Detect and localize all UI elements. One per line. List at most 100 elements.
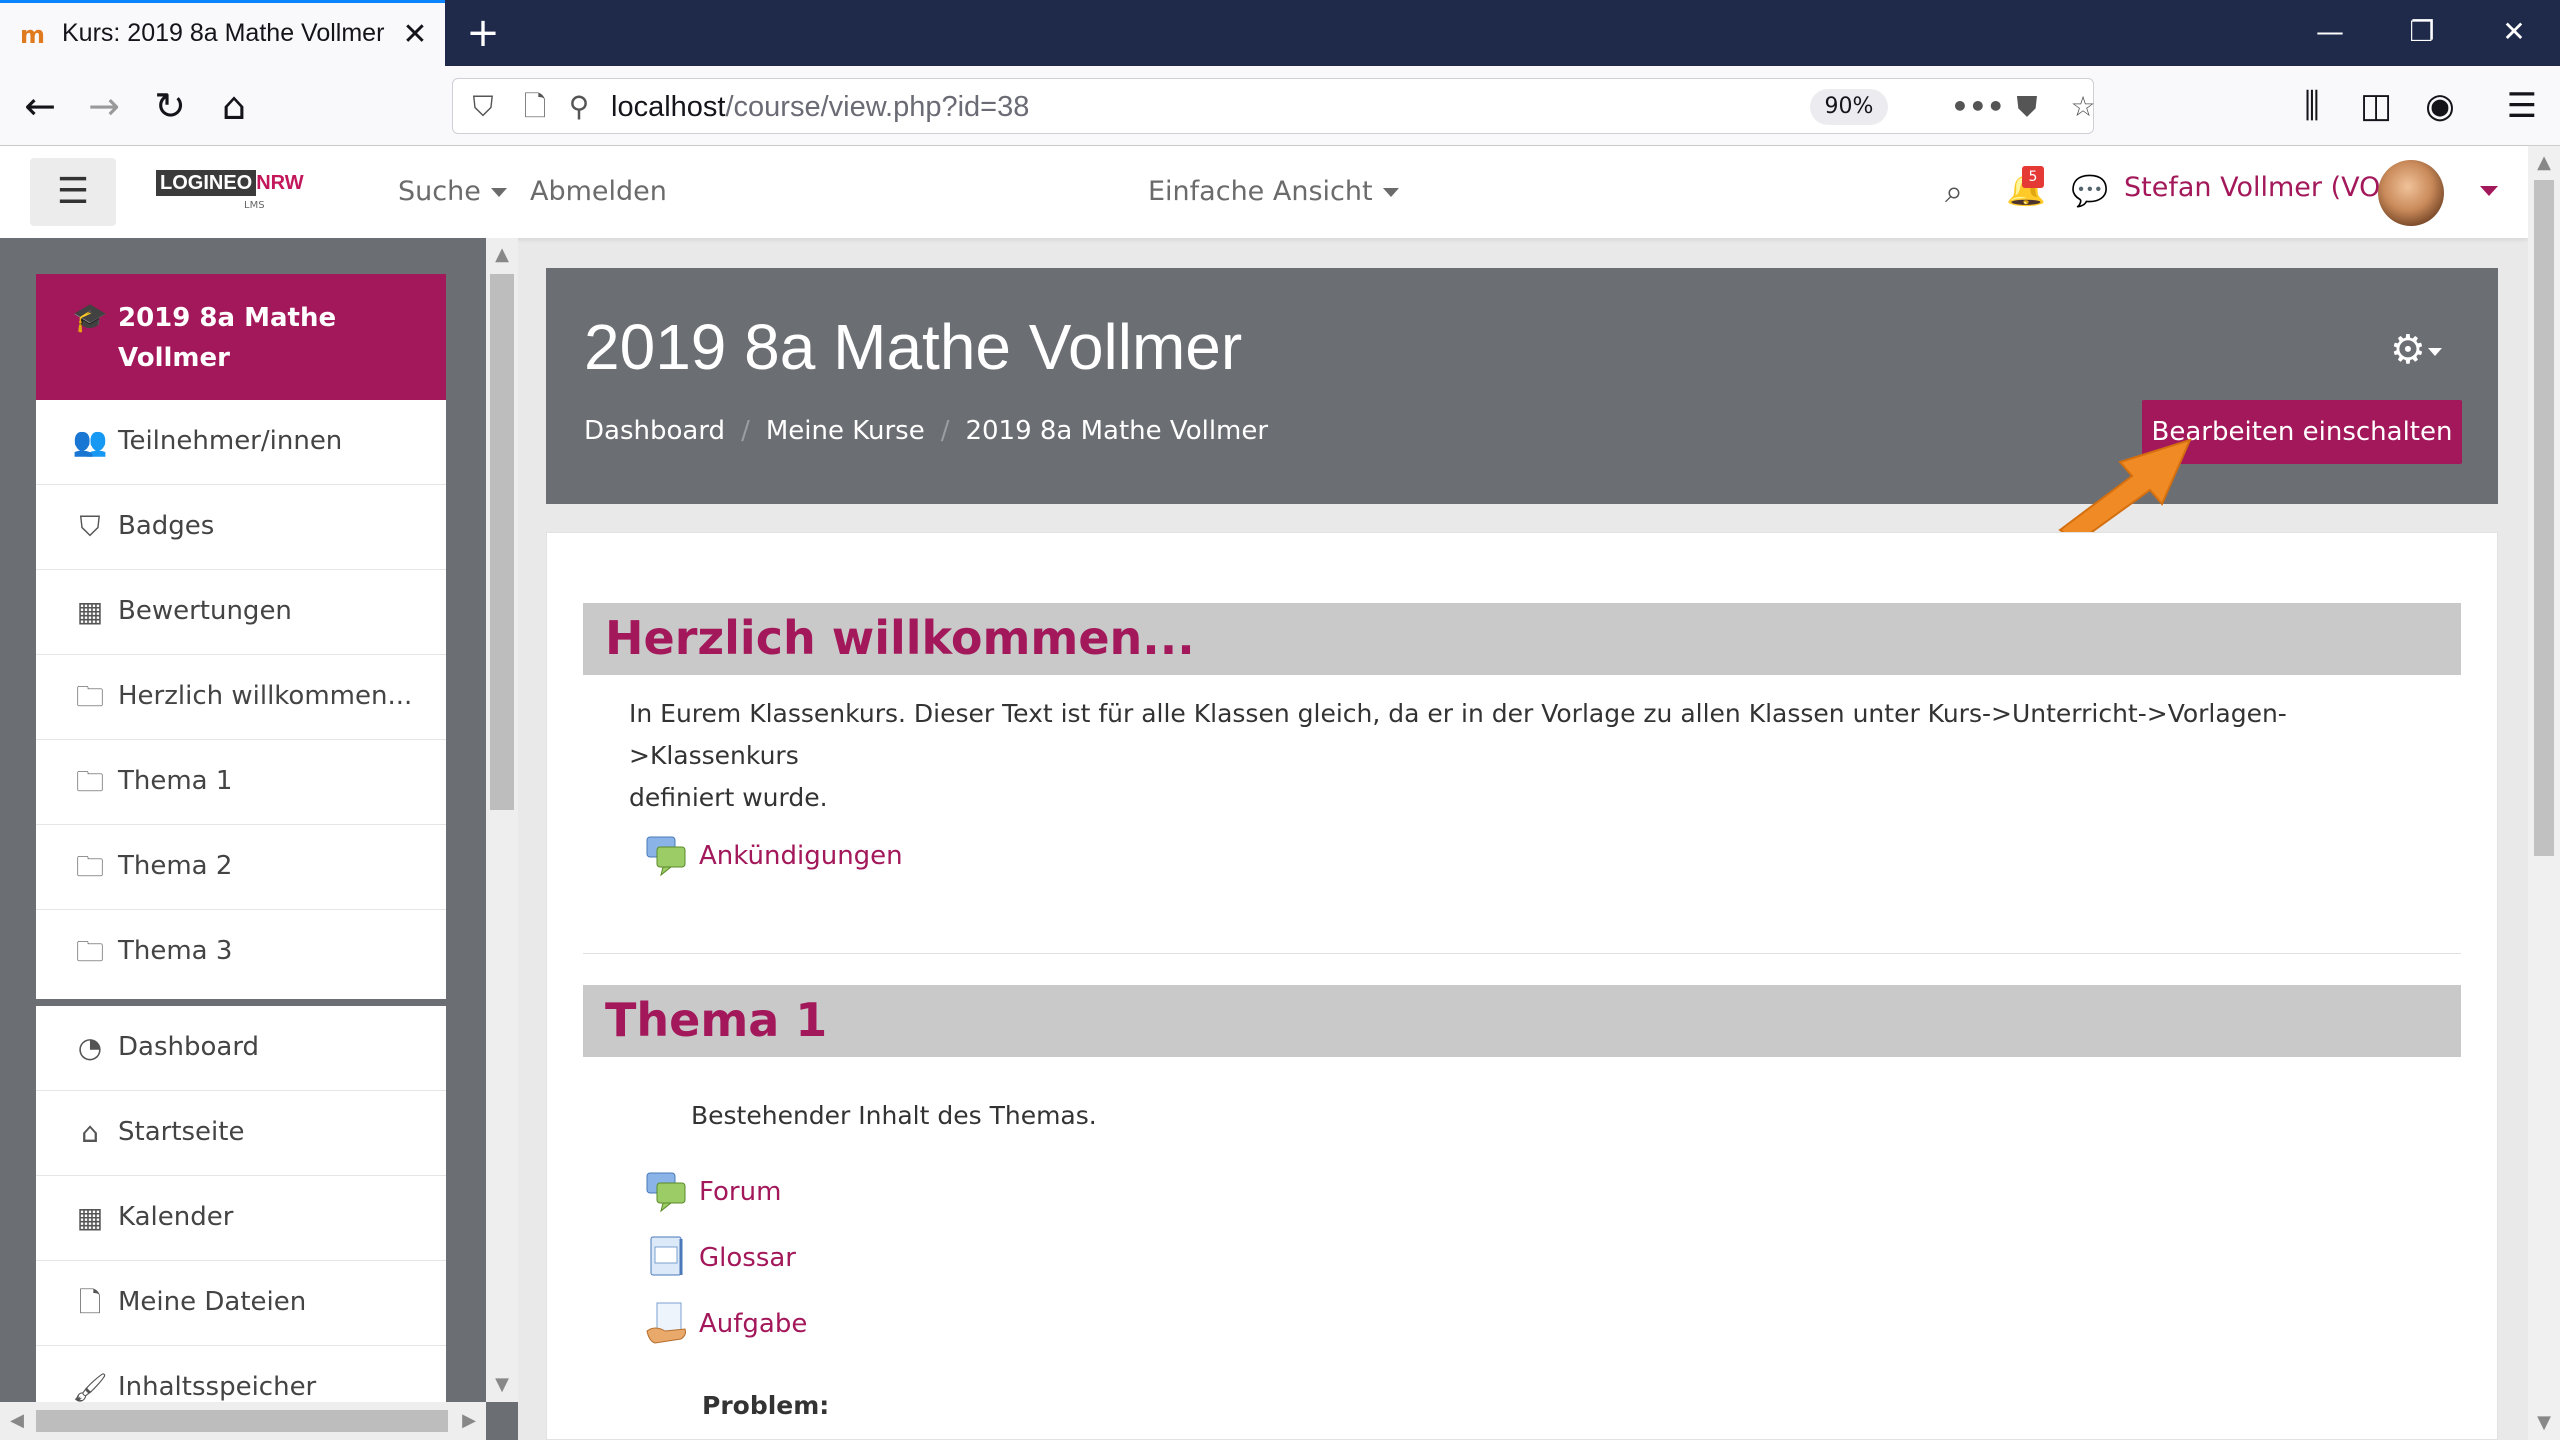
notification-count-badge: 5	[2022, 166, 2044, 188]
section-summary: In Eurem Klassenkurs. Dieser Text ist fü…	[629, 699, 2287, 812]
breadcrumb-separator: /	[940, 416, 950, 446]
section-text-problem: Problem:	[702, 1391, 830, 1420]
new-tab-button[interactable]: +	[460, 10, 506, 56]
close-window-button[interactable]: ✕	[2484, 12, 2544, 52]
drawer-item-course[interactable]: 🎓 2019 8a Mathe Vollmer	[36, 274, 446, 400]
calendar-icon: ▦	[76, 1201, 104, 1234]
folder-icon: 🗀	[75, 850, 104, 883]
moodle-favicon-icon: m	[20, 21, 46, 49]
drawer-item-grades[interactable]: ▦ Bewertungen	[36, 570, 446, 655]
logineo-logo[interactable]: LOGINEO NRW LMS	[156, 170, 304, 212]
forum-icon	[646, 1172, 686, 1213]
course-settings-gear-icon[interactable]: ⚙	[2390, 328, 2454, 372]
browser-toolbar: ← → ↻ ⌂ ⛉ 🗋 ⚲ localhost/course/view.php?…	[0, 66, 2560, 146]
account-icon[interactable]: ◉	[2412, 78, 2468, 134]
tracking-shield-icon[interactable]: ⛉	[463, 87, 503, 127]
page-scroll-thumb[interactable]	[2534, 180, 2554, 856]
drawer-item-home[interactable]: ⌂ Startseite	[36, 1091, 446, 1176]
glossary-icon	[650, 1236, 683, 1276]
url-bar[interactable]: ⛉ 🗋 ⚲ localhost/course/view.php?id=38 90…	[452, 78, 2096, 134]
restore-button[interactable]: ❐	[2392, 12, 2452, 52]
chevron-down-icon	[490, 188, 507, 197]
site-navbar: ☰ LOGINEO NRW LMS Suche Abmelden Einfache…	[0, 146, 2528, 238]
course-nav-group: 🎓 2019 8a Mathe Vollmer 👥 Teilnehmer/inn…	[36, 274, 446, 999]
drawer-item-thema-3[interactable]: 🗀 Thema 3	[36, 910, 446, 995]
scroll-down-icon[interactable]: ▼	[2528, 1408, 2560, 1438]
breadcrumb-dashboard[interactable]: Dashboard	[584, 416, 725, 446]
breadcrumb-separator: /	[741, 416, 750, 446]
drawer-item-thema-2[interactable]: 🗀 Thema 2	[36, 825, 446, 910]
tab-title: Kurs: 2019 8a Mathe Vollmer	[62, 19, 385, 47]
drawer-scrollbar[interactable]: ▲ ▼	[486, 238, 518, 1402]
section-title[interactable]: Thema 1	[605, 993, 827, 1047]
folder-icon: 🗀	[75, 935, 104, 968]
view-mode-menu[interactable]: Einfache Ansicht	[1148, 176, 1399, 207]
horizontal-scroll-thumb[interactable]	[36, 1410, 448, 1432]
annotation-arrow-icon	[2058, 438, 2192, 540]
forward-button[interactable]: →	[76, 78, 132, 134]
user-menu-chevron-icon[interactable]	[2480, 186, 2498, 196]
drawer-item-section-welcome[interactable]: 🗀 Herzlich willkommen...	[36, 655, 446, 740]
scroll-down-icon[interactable]: ▼	[486, 1370, 518, 1400]
drawer-item-dashboard[interactable]: ◔ Dashboard	[36, 1006, 446, 1091]
section-title[interactable]: Herzlich willkommen...	[605, 611, 1195, 665]
users-icon: 👥	[72, 425, 108, 458]
drawer-item-calendar[interactable]: ▦ Kalender	[36, 1176, 446, 1261]
drawer-item-badges[interactable]: ⛉ Badges	[36, 485, 446, 570]
chevron-down-icon	[1382, 188, 1399, 197]
zoom-level-badge[interactable]: 90%	[1810, 89, 1888, 125]
page-header: 2019 8a Mathe Vollmer Dashboard / Meine Ku…	[546, 268, 2498, 504]
close-tab-icon[interactable]: ✕	[395, 15, 435, 55]
permissions-icon[interactable]: ⚲	[559, 87, 599, 127]
page-info-icon[interactable]: 🗋	[515, 87, 555, 127]
page-scrollbar[interactable]: ▲ ▼	[2528, 146, 2560, 1440]
graduation-cap-icon: 🎓	[72, 301, 108, 334]
site-nav-group: ◔ Dashboard ⌂ Startseite ▦ Kalender 🗋 Me…	[36, 1006, 446, 1406]
sidebar-toggle-icon[interactable]: ◫	[2348, 78, 2404, 134]
library-icon[interactable]: ⫼	[2284, 78, 2340, 134]
pocket-icon[interactable]: ⛊	[2007, 87, 2047, 127]
table-icon: ▦	[76, 595, 104, 628]
breadcrumb: Dashboard / Meine Kurse / 2019 8a Mathe Voll…	[584, 416, 1268, 446]
assignment-icon	[646, 1302, 686, 1344]
home-icon: ⌂	[81, 1116, 99, 1149]
drawer-toggle-button[interactable]: ☰	[30, 158, 116, 226]
minimize-button[interactable]: —	[2300, 12, 2360, 52]
scroll-left-icon[interactable]: ◀	[2, 1406, 32, 1436]
reload-button[interactable]: ↻	[142, 78, 198, 134]
scroll-right-icon[interactable]: ▶	[454, 1406, 484, 1436]
section-header-welcome: Herzlich willkommen...	[583, 603, 2461, 675]
breadcrumb-my-courses[interactable]: Meine Kurse	[766, 416, 925, 446]
drawer-item-thema-1[interactable]: 🗀 Thema 1	[36, 740, 446, 825]
browser-tab[interactable]: m Kurs: 2019 8a Mathe Vollmer ✕	[0, 0, 445, 66]
drawer-scroll-thumb[interactable]	[490, 274, 514, 810]
drawer-horizontal-scrollbar[interactable]: ◀ ▶	[0, 1402, 486, 1440]
back-button[interactable]: ←	[12, 78, 68, 134]
avatar[interactable]	[2378, 160, 2444, 226]
search-icon[interactable]: ⌕	[1934, 172, 1974, 212]
forum-icon	[646, 836, 686, 877]
menu-icon[interactable]: ☰	[2494, 78, 2550, 134]
folder-icon: 🗀	[75, 680, 104, 713]
shield-icon: ⛉	[79, 510, 101, 543]
url-text[interactable]: localhost/course/view.php?id=38	[611, 91, 1029, 124]
dashboard-icon: ◔	[77, 1031, 103, 1064]
browser-tab-strip: m Kurs: 2019 8a Mathe Vollmer ✕ + — ❐ ✕	[0, 0, 2560, 66]
messages-icon[interactable]: 💬	[2070, 174, 2110, 214]
section-header-thema-1: Thema 1	[583, 985, 2461, 1057]
search-menu[interactable]: Suche	[398, 176, 507, 207]
logout-link[interactable]: Abmelden	[530, 176, 667, 207]
course-content: Herzlich willkommen... In Eurem Klassenk…	[546, 532, 2498, 1440]
home-button[interactable]: ⌂	[206, 78, 262, 134]
user-menu-name[interactable]: Stefan Vollmer (VOL)	[2124, 172, 2406, 203]
page-actions-icon[interactable]: •••	[1951, 87, 2005, 127]
scroll-up-icon[interactable]: ▲	[2528, 148, 2560, 178]
section-divider	[583, 953, 2461, 954]
file-icon: 🗋	[78, 1286, 102, 1319]
scroll-up-icon[interactable]: ▲	[486, 240, 518, 270]
drawer-item-my-files[interactable]: 🗋 Meine Dateien	[36, 1261, 446, 1346]
breadcrumb-course[interactable]: 2019 8a Mathe Vollmer	[965, 416, 1268, 446]
section-summary: Bestehender Inhalt des Themas.	[691, 1101, 1097, 1130]
bookmark-star-icon[interactable]: ☆	[2063, 87, 2103, 127]
drawer-item-participants[interactable]: 👥 Teilnehmer/innen	[36, 400, 446, 485]
